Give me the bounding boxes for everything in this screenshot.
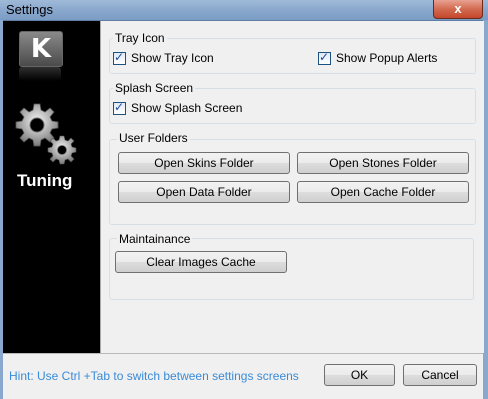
- cancel-button[interactable]: Cancel: [403, 364, 477, 386]
- window-title: Settings: [6, 2, 53, 17]
- show-splash-screen-check[interactable]: [113, 100, 126, 115]
- open-skins-folder-button[interactable]: Open Skins Folder: [118, 152, 290, 174]
- gear-small-icon: [47, 135, 77, 165]
- user-folders-title: User Folders: [117, 131, 190, 145]
- sidebar: K Tuning: [3, 21, 100, 353]
- splash-screen-title: Splash Screen: [113, 81, 196, 95]
- ok-button[interactable]: OK: [324, 364, 395, 386]
- tray-icon-title: Tray Icon: [113, 31, 167, 45]
- open-data-folder-button[interactable]: Open Data Folder: [118, 181, 290, 203]
- hint-text: Hint: Use Ctrl +Tab to switch between se…: [9, 369, 299, 383]
- open-cache-folder-button[interactable]: Open Cache Folder: [297, 181, 469, 203]
- clear-images-cache-button[interactable]: Clear Images Cache: [115, 251, 287, 273]
- show-tray-icon-label: Show Tray Icon: [131, 51, 214, 65]
- tuning-label[interactable]: Tuning: [17, 171, 72, 191]
- close-button[interactable]: x: [433, 0, 483, 19]
- show-popup-alerts-label: Show Popup Alerts: [336, 51, 438, 65]
- show-tray-icon-checkbox[interactable]: Show Tray Icon: [113, 50, 214, 65]
- show-splash-screen-checkbox[interactable]: Show Splash Screen: [113, 100, 243, 115]
- show-popup-alerts-checkbox[interactable]: Show Popup Alerts: [318, 50, 438, 65]
- logo-reflection: [19, 67, 61, 81]
- k-logo-icon[interactable]: K: [19, 31, 63, 67]
- show-popup-alerts-check[interactable]: [318, 50, 331, 65]
- logo-letter: K: [30, 34, 52, 64]
- title-bar[interactable]: Settings x: [0, 0, 488, 21]
- settings-content: Tray Icon Show Tray Icon Show Popup Aler…: [100, 21, 484, 353]
- footer-divider: [3, 353, 483, 354]
- show-tray-icon-check[interactable]: [113, 50, 126, 65]
- maintainance-title: Maintainance: [117, 232, 193, 246]
- show-splash-screen-label: Show Splash Screen: [131, 101, 243, 115]
- open-stones-folder-button[interactable]: Open Stones Folder: [297, 152, 469, 174]
- close-icon: x: [454, 1, 462, 16]
